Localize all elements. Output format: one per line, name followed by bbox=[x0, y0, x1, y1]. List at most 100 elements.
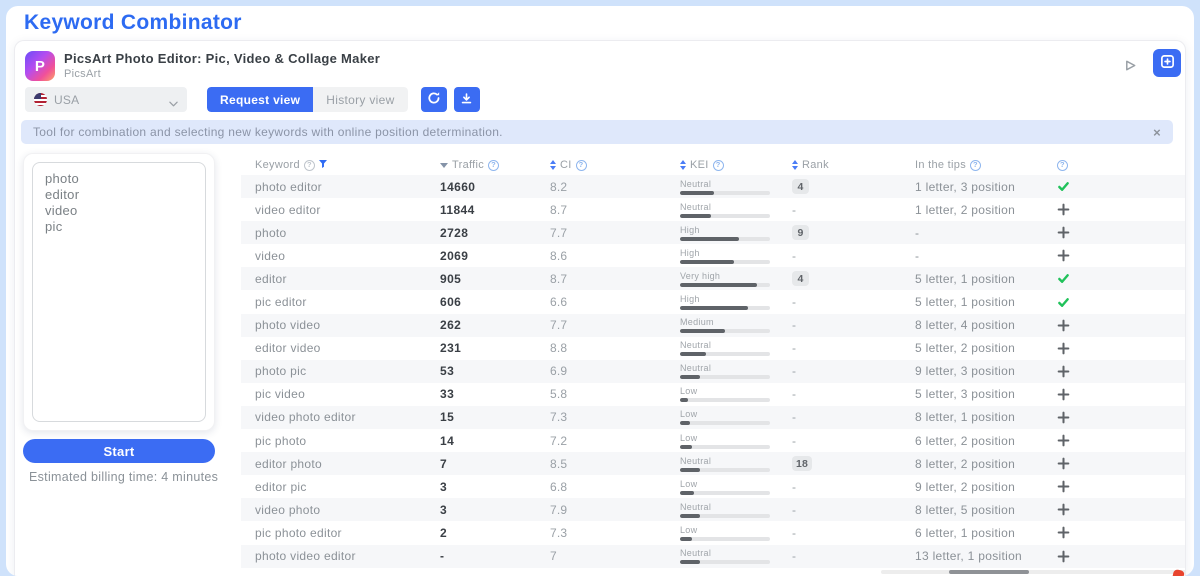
table-row: pic editor 606 6.6 High - 5 letter, 1 po… bbox=[241, 290, 1185, 313]
add-app-button[interactable] bbox=[1153, 49, 1181, 77]
traffic-help-icon[interactable]: ? bbox=[488, 160, 499, 171]
info-banner-text: Tool for combination and selecting new k… bbox=[33, 125, 503, 139]
scrollbar-thumb[interactable] bbox=[949, 570, 1029, 574]
kei-help-icon[interactable]: ? bbox=[713, 160, 724, 171]
tips-cell: 5 letter, 3 position bbox=[915, 387, 1015, 401]
horizontal-scrollbar[interactable] bbox=[881, 570, 1186, 574]
add-keyword-button[interactable] bbox=[1057, 249, 1070, 262]
kei-label: Low bbox=[680, 434, 770, 443]
add-keyword-button[interactable] bbox=[1057, 411, 1070, 424]
kei-cell: High bbox=[680, 226, 770, 241]
kei-bar bbox=[680, 237, 770, 241]
added-check-icon[interactable] bbox=[1057, 180, 1070, 193]
ci-cell: 8.7 bbox=[550, 203, 567, 217]
kei-cell: Neutral bbox=[680, 180, 770, 195]
kei-label: Neutral bbox=[680, 364, 770, 373]
traffic-cell: 262 bbox=[440, 318, 461, 332]
kei-label: Neutral bbox=[680, 203, 770, 212]
kei-bar bbox=[680, 260, 770, 264]
keywords-input[interactable]: photo editor video pic bbox=[32, 162, 206, 422]
rank-cell: - bbox=[792, 480, 796, 494]
add-keyword-button[interactable] bbox=[1057, 342, 1070, 355]
refresh-button[interactable] bbox=[421, 87, 447, 112]
start-button[interactable]: Start bbox=[23, 439, 215, 463]
ci-cell: 8.7 bbox=[550, 272, 567, 286]
app-name: PicsArt Photo Editor: Pic, Video & Colla… bbox=[64, 51, 380, 66]
ci-cell: 8.2 bbox=[550, 180, 567, 194]
country-select-value: USA bbox=[54, 93, 79, 107]
refresh-icon bbox=[427, 91, 441, 108]
kei-label: High bbox=[680, 295, 770, 304]
rank-cell: - bbox=[792, 203, 796, 217]
rank-cell: - bbox=[792, 503, 796, 517]
request-view-button[interactable]: Request view bbox=[207, 87, 313, 112]
kei-label: Neutral bbox=[680, 457, 770, 466]
add-keyword-button[interactable] bbox=[1057, 319, 1070, 332]
ci-cell: 6.9 bbox=[550, 364, 567, 378]
add-keyword-button[interactable] bbox=[1057, 388, 1070, 401]
kei-bar bbox=[680, 537, 770, 541]
col-header-kei: KEI ? bbox=[658, 159, 778, 171]
kei-cell: Low bbox=[680, 526, 770, 541]
table-row: video photo editor 15 7.3 Low - 8 letter… bbox=[241, 406, 1185, 429]
added-check-icon[interactable] bbox=[1057, 272, 1070, 285]
keyword-cell: photo editor bbox=[255, 180, 322, 194]
add-keyword-button[interactable] bbox=[1057, 503, 1070, 516]
ci-help-icon[interactable]: ? bbox=[576, 160, 587, 171]
tips-help-icon[interactable]: ? bbox=[970, 160, 981, 171]
controls-row: USA Request view History view bbox=[25, 87, 480, 112]
kei-cell: Low bbox=[680, 387, 770, 402]
tips-cell: 5 letter, 2 position bbox=[915, 341, 1015, 355]
sort-icon[interactable] bbox=[550, 160, 556, 170]
usa-flag-icon bbox=[34, 93, 47, 106]
traffic-cell: 33 bbox=[440, 387, 454, 401]
add-keyword-button[interactable] bbox=[1057, 365, 1070, 378]
kei-bar bbox=[680, 306, 770, 310]
kei-label: Neutral bbox=[680, 180, 770, 189]
kei-label: Low bbox=[680, 526, 770, 535]
kei-cell: High bbox=[680, 295, 770, 310]
ci-cell: 8.8 bbox=[550, 341, 567, 355]
ci-cell: 7.7 bbox=[550, 226, 567, 240]
kei-bar bbox=[680, 468, 770, 472]
traffic-cell: 15 bbox=[440, 410, 454, 424]
col-header-action: ? bbox=[1041, 160, 1121, 171]
sort-icon[interactable] bbox=[792, 160, 798, 170]
added-check-icon[interactable] bbox=[1057, 296, 1070, 309]
keywords-panel: photo editor video pic bbox=[23, 153, 215, 431]
sort-icon[interactable] bbox=[680, 160, 686, 170]
download-button[interactable] bbox=[454, 87, 480, 112]
google-play-icon bbox=[1124, 59, 1137, 77]
add-keyword-button[interactable] bbox=[1057, 457, 1070, 470]
tips-cell: 5 letter, 1 position bbox=[915, 272, 1015, 286]
tips-cell: 1 letter, 2 position bbox=[915, 203, 1015, 217]
rank-cell: - bbox=[792, 410, 796, 424]
history-view-button[interactable]: History view bbox=[313, 87, 407, 112]
action-help-icon[interactable]: ? bbox=[1057, 160, 1068, 171]
col-header-ci: CI ? bbox=[536, 159, 658, 171]
keyword-help-icon[interactable]: ? bbox=[304, 160, 315, 171]
close-icon[interactable]: × bbox=[1153, 126, 1161, 139]
add-keyword-button[interactable] bbox=[1057, 550, 1070, 563]
kei-label: Very high bbox=[680, 272, 770, 281]
kei-label: High bbox=[680, 226, 770, 235]
add-keyword-button[interactable] bbox=[1057, 434, 1070, 447]
kei-label: Low bbox=[680, 410, 770, 419]
country-select[interactable]: USA bbox=[25, 87, 187, 112]
col-header-tips: In the tips ? bbox=[893, 159, 1041, 171]
col-header-traffic: Traffic ? bbox=[426, 159, 536, 171]
tips-cell: 6 letter, 1 position bbox=[915, 526, 1015, 540]
kei-label: Neutral bbox=[680, 549, 770, 558]
add-keyword-button[interactable] bbox=[1057, 480, 1070, 493]
kei-label: Low bbox=[680, 387, 770, 396]
add-keyword-button[interactable] bbox=[1057, 203, 1070, 216]
kei-label: Low bbox=[680, 480, 770, 489]
kei-cell: Neutral bbox=[680, 549, 770, 564]
add-keyword-button[interactable] bbox=[1057, 226, 1070, 239]
info-banner: Tool for combination and selecting new k… bbox=[21, 120, 1173, 144]
filter-icon[interactable] bbox=[319, 159, 327, 171]
sort-desc-icon[interactable] bbox=[440, 163, 448, 168]
ci-cell: 7.3 bbox=[550, 526, 567, 540]
traffic-cell: 2728 bbox=[440, 226, 468, 240]
add-keyword-button[interactable] bbox=[1057, 526, 1070, 539]
